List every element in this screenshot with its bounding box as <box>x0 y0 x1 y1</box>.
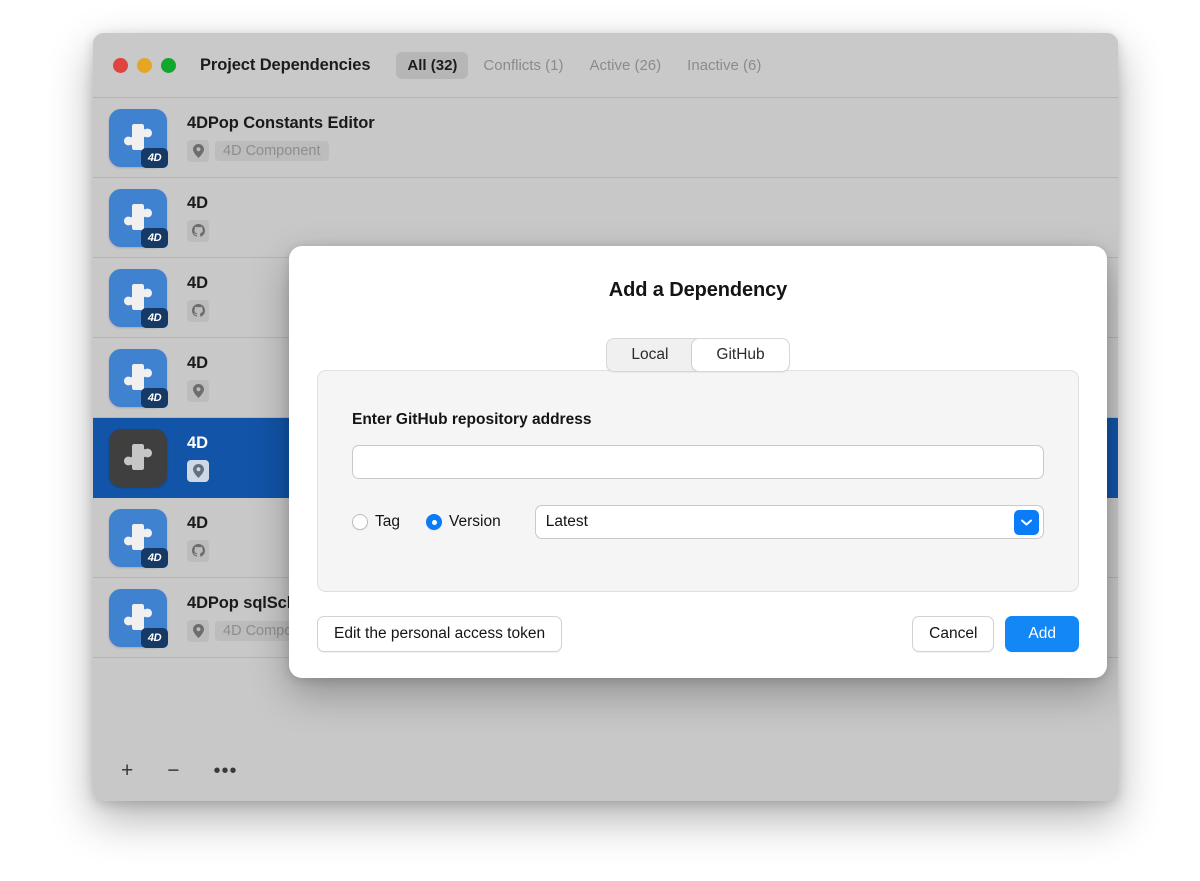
4d-badge: 4D <box>141 627 168 648</box>
puzzle-piece-icon: 4D <box>109 588 168 648</box>
list-toolbar: + − ••• <box>93 741 1118 800</box>
window-titlebar: Project Dependencies All (32) Conflicts … <box>93 33 1118 98</box>
4d-badge: 4D <box>141 227 168 248</box>
puzzle-piece-icon <box>109 428 167 487</box>
filter-tab-conflicts[interactable]: Conflicts (1) <box>472 52 574 79</box>
dialog-title: Add a Dependency <box>608 279 788 301</box>
add-dependency-button[interactable]: + <box>115 758 139 783</box>
4d-badge: 4D <box>141 147 168 168</box>
filter-tab-all[interactable]: All (32) <box>396 51 469 79</box>
row-title: 4D <box>187 433 208 452</box>
row-text-group: 4DPop Constants Editor 4D Component <box>187 114 375 162</box>
traffic-light-group <box>113 57 176 73</box>
row-tag-group <box>187 379 209 402</box>
location-pin-icon <box>187 619 209 642</box>
minimize-button-icon[interactable] <box>137 57 152 73</box>
puzzle-piece-icon: 4D <box>109 188 168 248</box>
puzzle-piece-icon: 4D <box>109 508 168 568</box>
radio-version-dot[interactable] <box>426 514 442 530</box>
row-tag-group <box>187 539 209 562</box>
zoom-button-icon[interactable] <box>161 57 176 73</box>
cancel-button[interactable]: Cancel <box>912 616 995 652</box>
more-options-button[interactable]: ••• <box>208 759 244 783</box>
tab-github[interactable]: GitHub <box>692 339 789 371</box>
radio-tag-label: Tag <box>375 513 400 530</box>
4d-badge: 4D <box>141 307 168 328</box>
add-dependency-dialog: Add a Dependency Local GitHub Enter GitH… <box>289 246 1107 678</box>
add-button[interactable]: Add <box>1005 616 1079 652</box>
version-select-value: Latest <box>545 513 588 530</box>
radio-version-label: Version <box>449 513 501 530</box>
row-title: 4D <box>187 513 208 532</box>
location-pin-icon <box>187 379 209 402</box>
filter-tabs: All (32) Conflicts (1) Active (26) Inact… <box>396 51 772 79</box>
row-title: 4D <box>187 273 208 292</box>
row-text-group: 4D <box>187 514 209 562</box>
location-pin-icon <box>187 459 209 482</box>
segmented-control: Local GitHub <box>606 338 790 372</box>
edit-access-token-button[interactable]: Edit the personal access token <box>317 616 563 652</box>
tab-local[interactable]: Local <box>607 339 692 371</box>
row-tag-group <box>187 219 209 242</box>
radio-tag[interactable]: Tag <box>352 513 400 531</box>
dialog-footer: Edit the personal access token Cancel Ad… <box>317 616 1079 652</box>
chevron-down-icon[interactable] <box>1014 510 1039 535</box>
row-tag-label: 4D Component <box>215 140 329 161</box>
radio-version[interactable]: Version <box>426 513 501 531</box>
page-title: Project Dependencies <box>200 55 371 74</box>
github-form-panel: Enter GitHub repository address Tag Vers… <box>317 370 1079 592</box>
row-tag-group <box>187 459 209 482</box>
close-button-icon[interactable] <box>113 57 128 73</box>
puzzle-piece-icon: 4D <box>109 268 168 328</box>
row-title: 4DPop Constants Editor <box>187 113 375 132</box>
row-tag-group: 4D Component <box>187 139 375 162</box>
remove-dependency-button[interactable]: − <box>161 758 185 783</box>
row-text-group: 4D <box>187 194 209 242</box>
repo-field-label: Enter GitHub repository address <box>352 411 592 428</box>
4d-badge: 4D <box>141 547 168 568</box>
github-icon <box>187 299 209 322</box>
app-window: Project Dependencies All (32) Conflicts … <box>93 33 1118 801</box>
github-icon <box>187 539 209 562</box>
puzzle-piece-icon: 4D <box>109 348 168 408</box>
row-text-group: 4D <box>187 354 209 402</box>
source-tabs: Local GitHub <box>289 338 1107 372</box>
ref-type-group: Tag Version Latest <box>352 505 1044 539</box>
table-row[interactable]: 4D 4DPop Constants Editor 4D Component <box>93 98 1118 178</box>
row-tag-group <box>187 299 209 322</box>
row-title: 4D <box>187 353 208 372</box>
row-text-group: 4D <box>187 434 209 482</box>
filter-tab-inactive[interactable]: Inactive (6) <box>676 52 772 79</box>
version-select[interactable]: Latest <box>534 505 1044 539</box>
row-text-group: 4D <box>187 274 209 322</box>
row-title: 4D <box>187 193 208 212</box>
repository-address-input[interactable] <box>352 445 1044 479</box>
filter-tab-active[interactable]: Active (26) <box>578 52 672 79</box>
github-icon <box>187 219 209 242</box>
radio-tag-dot[interactable] <box>352 514 368 530</box>
4d-badge: 4D <box>141 387 168 408</box>
puzzle-piece-icon: 4D <box>109 108 168 168</box>
location-pin-icon <box>187 139 209 162</box>
